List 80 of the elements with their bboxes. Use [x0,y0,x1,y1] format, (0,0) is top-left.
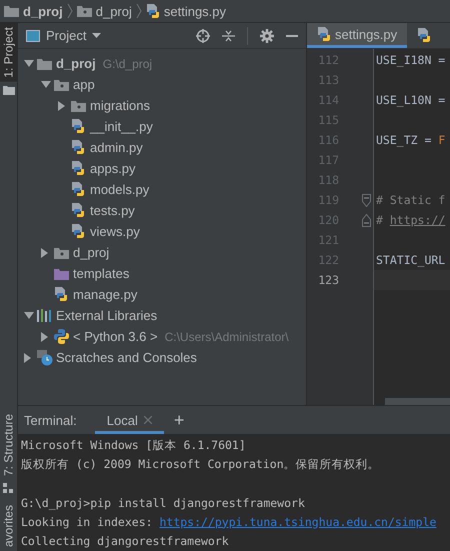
python-file-icon [54,287,68,302]
tool-window-tab[interactable]: avorites [0,504,17,551]
python-file-icon [71,140,85,155]
code-line: # Static f [376,193,446,207]
breadcrumb-item[interactable]: d_proj [96,4,132,18]
python-file-icon [71,119,85,134]
tree-item[interactable]: admin.py [90,140,143,155]
tree-item[interactable]: __init__.py [90,119,153,134]
folder-icon [54,78,69,90]
scrollbar[interactable] [385,398,450,405]
python-file-icon [71,161,85,176]
python-file-icon [417,28,432,43]
code-line: # https:// [376,213,446,227]
terminal-tab[interactable]: Local [94,406,164,434]
python-file-icon [146,4,160,18]
code-line: USE_L10N = [376,93,446,107]
structure-icon[interactable] [3,482,14,494]
expanded-arrow-icon[interactable] [41,81,51,88]
folder-icon [54,246,69,258]
expanded-arrow-icon[interactable] [24,60,34,67]
collapsed-arrow-icon[interactable] [41,248,48,258]
folder-icon [76,5,92,17]
terminal-line: G:\d_proj>pip install djangorestframework [21,496,305,510]
folder-icon[interactable] [2,84,14,95]
tree-item[interactable]: Scratches and Consoles [56,350,197,365]
tree-item[interactable]: manage.py [73,287,138,302]
tree-item[interactable]: app [73,77,95,92]
scratches-icon [37,350,53,366]
fold-icon[interactable] [362,194,371,206]
add-terminal-button[interactable]: + [168,410,190,430]
terminal-title: Terminal: [24,412,77,428]
path-label: G:\d_proj [102,56,152,70]
tree-item[interactable]: apps.py [90,161,136,176]
folder-icon [71,100,86,112]
collapsed-arrow-icon[interactable] [24,352,31,362]
chevron-icon [66,3,73,19]
python-file-icon [71,203,85,218]
terminal-line: Microsoft Windows [版本 6.1.7601] [21,438,246,453]
window-icon [26,30,40,42]
python-file-icon [71,224,85,239]
tree-item[interactable]: migrations [90,98,150,113]
tree-item[interactable]: models.py [90,182,150,197]
tree-item[interactable]: d_proj [73,245,110,260]
locate-icon[interactable] [196,28,210,42]
tree-item[interactable]: < Python 3.6 > [73,329,158,344]
python-file-icon [71,182,85,197]
library-icon [37,309,51,322]
breadcrumb-item[interactable]: d_proj [23,4,63,18]
python-file-icon [317,26,331,42]
tool-window-tab[interactable]: 1: Project [0,23,17,82]
editor-tab[interactable]: settings.py [307,23,408,48]
project-dropdown[interactable]: Project [26,28,102,43]
collapse-icon[interactable] [222,28,235,42]
terminal-line: 版权所有 (c) 2009 Microsoft Corporation。保留所有权利。 [21,457,380,472]
caret-icon [92,32,102,38]
folder-icon [54,268,69,280]
collapsed-arrow-icon[interactable] [41,332,48,342]
tree-item[interactable]: views.py [90,224,140,239]
settings-icon[interactable] [260,28,274,42]
fold-icon[interactable] [362,214,371,226]
tree-item[interactable]: tests.py [90,203,135,218]
folder-icon [4,5,19,17]
terminal-line: Collecting djangorestframework [21,534,229,548]
tree-item[interactable]: External Libraries [56,308,158,323]
tool-window-tab[interactable]: 7: Structure [0,410,17,480]
terminal-line: Looking in indexes: https://pypi.tuna.tsinghua.edu.cn/simple [21,514,436,528]
tree-item[interactable]: d_proj [56,56,96,71]
tree-item[interactable]: templates [73,266,130,281]
minimize-icon[interactable] [286,34,298,36]
collapsed-arrow-icon[interactable] [58,100,65,110]
folder-icon [37,58,52,70]
code-line: STATIC_URL [376,253,446,267]
code-line: USE_TZ = F [376,133,446,147]
breadcrumb-item[interactable]: settings.py [164,4,226,18]
expanded-arrow-icon[interactable] [24,312,34,319]
chevron-icon [136,3,142,19]
python-logo-icon [54,329,69,344]
path-label: C:\Users\Administrator\ [164,330,289,344]
code-line: USE_I18N = [376,53,446,67]
line-number: 123 [317,273,339,287]
